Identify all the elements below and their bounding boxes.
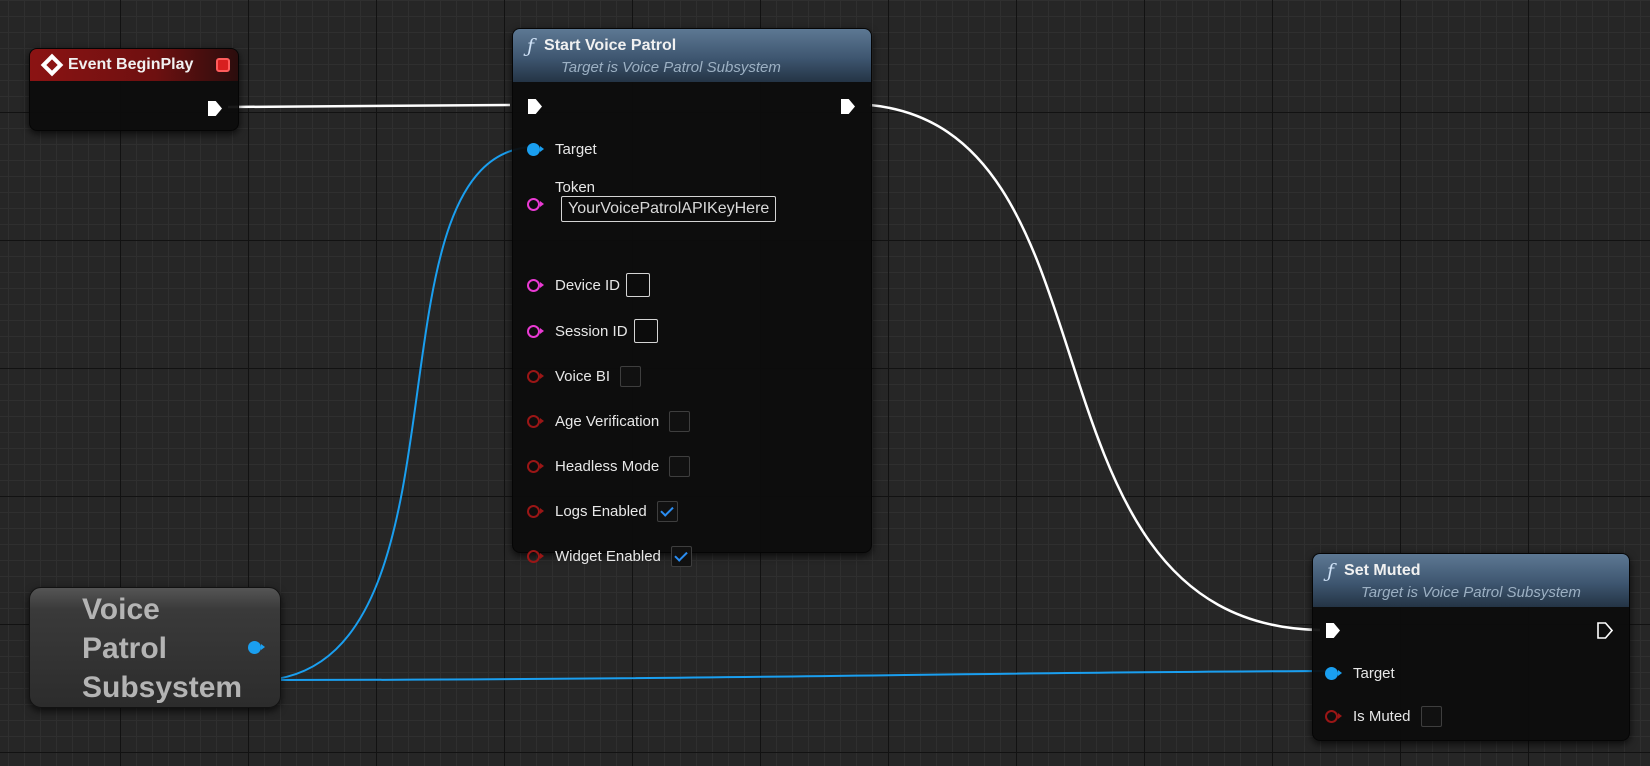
headless-mode-bool-pin-icon[interactable] — [527, 460, 545, 473]
function-icon: ƒ — [527, 35, 535, 57]
token-string-pin-icon[interactable] — [527, 198, 545, 211]
event-beginplay-node[interactable]: Event BeginPlay — [29, 48, 239, 131]
set-muted-exec-in-pin[interactable] — [1326, 623, 1340, 638]
exec-wire-beginplay-to-startvoicepatrol — [227, 103, 511, 109]
headless-mode-pin-row[interactable]: Headless Mode — [527, 456, 691, 477]
token-pin-row[interactable]: Token YourVoicePatrolAPIKeyHere — [527, 179, 777, 222]
age-verification-checkbox[interactable] — [669, 411, 691, 432]
start-voice-patrol-node[interactable]: ƒ Start Voice Patrol Target is Voice Pat… — [512, 28, 872, 567]
voice-patrol-subsystem-node[interactable]: Voice Patrol Subsystem — [29, 587, 281, 708]
set-muted-node[interactable]: ƒ Set Muted Target is Voice Patrol Subsy… — [1312, 553, 1630, 741]
target-pin-row[interactable]: Target — [527, 141, 597, 158]
set-muted-target-pin-label: Target — [1353, 665, 1395, 682]
age-verification-bool-pin-icon[interactable] — [527, 415, 545, 428]
set-muted-title: Set Muted — [1344, 562, 1421, 579]
start-voice-patrol-exec-in-pin[interactable] — [528, 99, 542, 114]
start-voice-patrol-title: Start Voice Patrol — [544, 37, 677, 54]
set-muted-header[interactable]: ƒ Set Muted Target is Voice Patrol Subsy… — [1313, 554, 1629, 607]
event-beginplay-header[interactable]: Event BeginPlay — [30, 49, 238, 81]
set-muted-exec-out-pin[interactable] — [1597, 622, 1613, 639]
function-icon: ƒ — [1327, 560, 1335, 582]
session-id-input[interactable] — [633, 319, 658, 343]
event-diamond-icon — [40, 53, 64, 77]
headless-mode-checkbox[interactable] — [669, 456, 691, 477]
logs-enabled-bool-pin-icon[interactable] — [527, 505, 545, 518]
age-verification-pin-row[interactable]: Age Verification — [527, 411, 691, 432]
voice-patrol-subsystem-output-pin-icon[interactable] — [248, 641, 266, 654]
widget-enabled-checkbox[interactable] — [670, 546, 692, 567]
is-muted-pin-row[interactable]: Is Muted — [1325, 706, 1442, 727]
token-input[interactable]: YourVoicePatrolAPIKeyHere — [561, 196, 777, 222]
voice-bi-bool-pin-icon[interactable] — [527, 370, 545, 383]
voice-bi-checkbox[interactable] — [620, 366, 642, 387]
session-id-pin-row[interactable]: Session ID — [527, 319, 658, 343]
widget-enabled-pin-row[interactable]: Widget Enabled — [527, 546, 692, 567]
token-pin-label: Token — [555, 179, 596, 196]
event-stop-icon — [216, 58, 230, 72]
widget-enabled-bool-pin-icon[interactable] — [527, 550, 545, 563]
voice-bi-pin-label: Voice BI — [555, 368, 611, 385]
start-voice-patrol-exec-out-pin[interactable] — [841, 99, 855, 114]
set-muted-target-object-pin-icon[interactable] — [1325, 667, 1343, 680]
voice-bi-pin-row[interactable]: Voice BI — [527, 366, 642, 387]
age-verification-pin-label: Age Verification — [555, 413, 660, 430]
start-voice-patrol-subtitle: Target is Voice Patrol Subsystem — [561, 59, 781, 76]
logs-enabled-pin-label: Logs Enabled — [555, 503, 647, 520]
is-muted-pin-label: Is Muted — [1353, 708, 1411, 725]
device-id-pin-row[interactable]: Device ID — [527, 273, 651, 297]
is-muted-checkbox[interactable] — [1420, 706, 1442, 727]
target-pin-label: Target — [555, 141, 597, 158]
set-muted-target-pin-row[interactable]: Target — [1325, 665, 1395, 682]
device-id-pin-label: Device ID — [555, 276, 621, 294]
exec-wire-startvoicepatrol-to-setmuted — [869, 103, 1321, 632]
object-wire-subsystem-to-startvoicepatrol-target — [267, 146, 531, 681]
set-muted-subtitle: Target is Voice Patrol Subsystem — [1361, 584, 1581, 601]
target-object-pin-icon[interactable] — [527, 143, 545, 156]
logs-enabled-pin-row[interactable]: Logs Enabled — [527, 501, 678, 522]
session-id-pin-label: Session ID — [555, 322, 628, 340]
widget-enabled-pin-label: Widget Enabled — [555, 548, 661, 565]
event-beginplay-title: Event BeginPlay — [68, 56, 194, 73]
start-voice-patrol-header[interactable]: ƒ Start Voice Patrol Target is Voice Pat… — [513, 29, 871, 82]
object-wire-subsystem-to-setmuted-target — [267, 670, 1331, 681]
voice-patrol-subsystem-title: Voice Patrol Subsystem — [82, 593, 243, 704]
device-id-string-pin-icon[interactable] — [527, 278, 545, 292]
logs-enabled-checkbox[interactable] — [656, 501, 678, 522]
session-id-string-pin-icon[interactable] — [527, 324, 545, 338]
headless-mode-pin-label: Headless Mode — [555, 458, 660, 475]
is-muted-bool-pin-icon[interactable] — [1325, 710, 1343, 723]
device-id-input[interactable] — [626, 273, 651, 297]
event-beginplay-exec-out-pin[interactable] — [208, 101, 222, 116]
